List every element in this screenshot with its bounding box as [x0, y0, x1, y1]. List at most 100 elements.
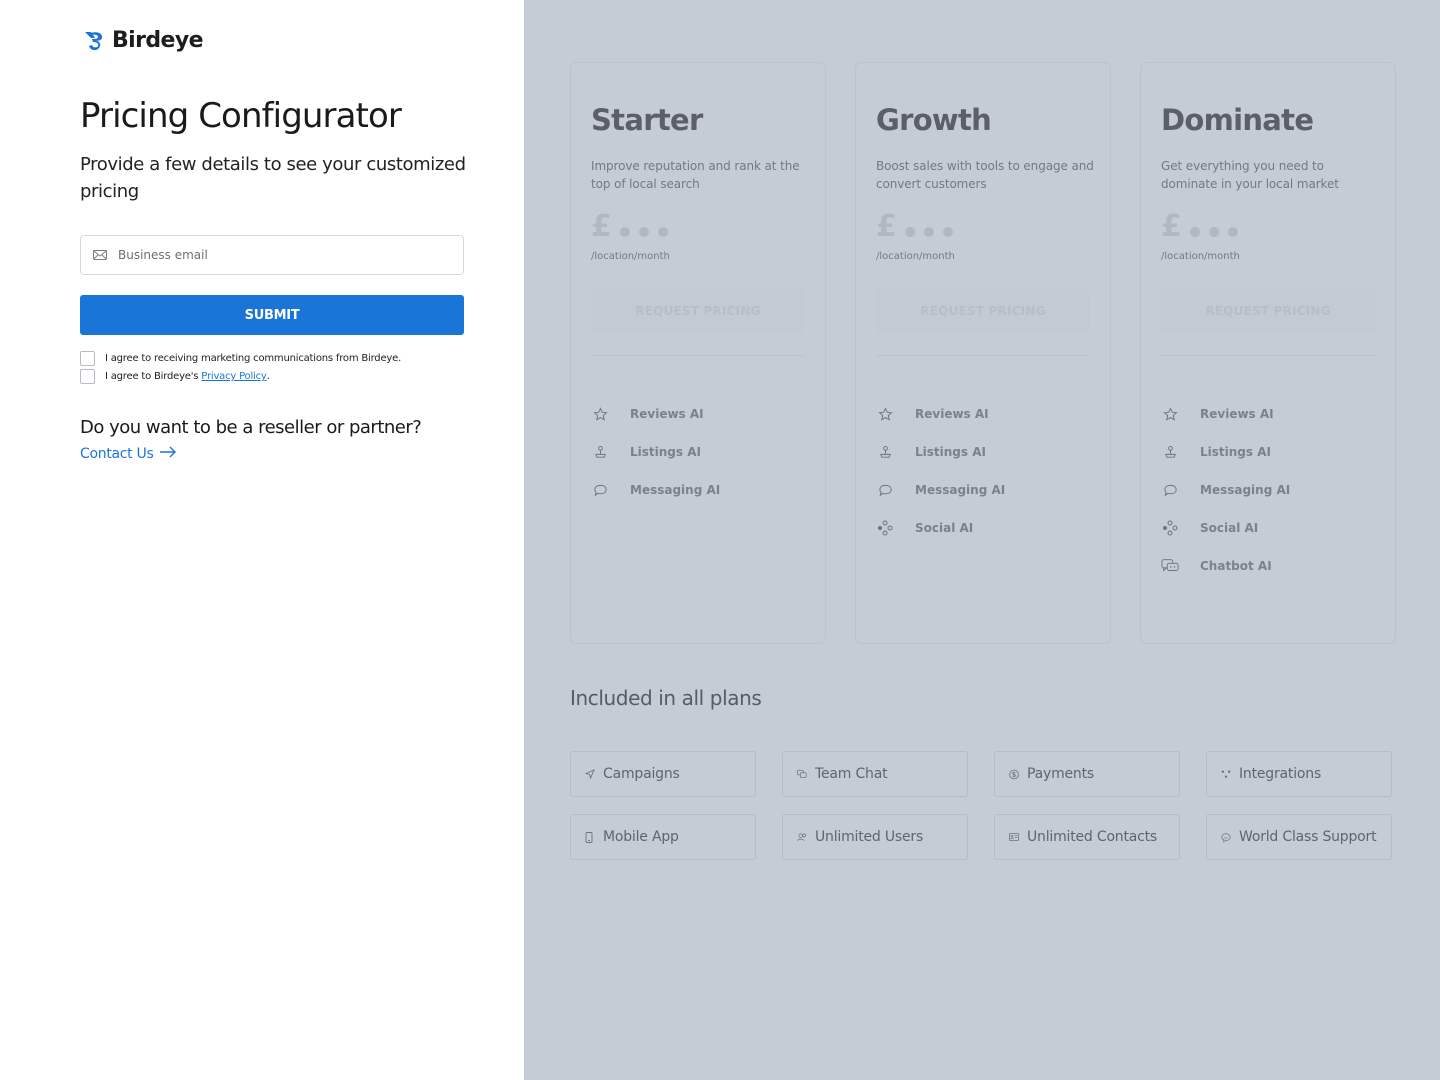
plan-features-list: Reviews AI Listings AI Messaging AI Social …	[876, 395, 1005, 547]
included-feature-label: Integrations	[1239, 766, 1322, 782]
plan-feature-label: Reviews AI	[630, 407, 704, 421]
contact-us-label: Contact Us	[80, 446, 154, 462]
plan-feature-label: Social AI	[915, 521, 974, 535]
privacy-consent-checkbox[interactable]	[80, 369, 95, 384]
chat-bubble-icon	[1161, 481, 1179, 499]
team-chat-icon	[797, 769, 807, 779]
plan-card-growth: Growth Boost sales with tools to engage a…	[855, 62, 1111, 644]
currency-symbol: £	[591, 209, 612, 244]
plan-description: Get everything you need to dominate in y…	[1161, 159, 1339, 191]
plan-card-starter: Starter Improve reputation and rank at th…	[570, 62, 826, 644]
included-feature-chip: World Class Support	[1206, 814, 1392, 860]
email-field-wrapper[interactable]	[80, 235, 464, 275]
included-feature-label: Mobile App	[603, 829, 679, 845]
included-feature-chip: Team Chat	[782, 751, 968, 797]
brand-logo[interactable]: Birdeye	[82, 28, 203, 53]
support-icon	[1221, 832, 1231, 843]
plan-feature-label: Messaging AI	[915, 483, 1006, 497]
privacy-policy-link[interactable]: Privacy Policy	[201, 371, 267, 382]
request-pricing-button[interactable]: REQUEST PRICING	[591, 289, 805, 333]
marketing-consent-label: I agree to receiving marketing communica…	[105, 353, 402, 364]
social-network-icon	[1161, 519, 1179, 537]
price-unit: /location/month	[876, 251, 955, 262]
integrations-icon	[1221, 769, 1231, 779]
pricing-preview-panel: Starter Improve reputation and rank at th…	[524, 0, 1440, 1080]
plan-divider	[591, 355, 805, 356]
price-loading-dots	[904, 226, 953, 237]
chat-bubble-icon	[591, 481, 609, 499]
chat-bubble-icon	[876, 481, 894, 499]
plan-name: Starter	[591, 103, 703, 137]
price-loading-dots	[619, 226, 668, 237]
plan-feature: Social AI	[1161, 509, 1290, 547]
business-email-input[interactable]	[116, 247, 450, 263]
plan-feature: Listings AI	[1161, 433, 1290, 471]
currency-symbol: £	[876, 209, 897, 244]
plan-price-placeholder: £	[1161, 209, 1238, 244]
included-feature-label: Campaigns	[603, 766, 680, 782]
included-feature-chip: Unlimited Contacts	[994, 814, 1180, 860]
submit-button[interactable]: SUBMIT	[80, 295, 464, 335]
plan-description: Improve reputation and rank at the top o…	[591, 159, 800, 191]
plan-feature: Messaging AI	[876, 471, 1005, 509]
plan-feature-label: Messaging AI	[1200, 483, 1291, 497]
marketing-consent-checkbox[interactable]	[80, 351, 95, 366]
map-pin-icon	[876, 443, 894, 461]
reseller-question: Do you want to be a reseller or partner?	[80, 417, 422, 438]
map-pin-icon	[591, 443, 609, 461]
chatbot-icon	[1161, 557, 1179, 575]
plan-feature: Social AI	[876, 509, 1005, 547]
included-feature-label: World Class Support	[1239, 829, 1377, 845]
plan-feature-label: Listings AI	[1200, 445, 1271, 459]
plan-feature-label: Listings AI	[915, 445, 986, 459]
plan-feature-label: Chatbot AI	[1200, 559, 1272, 573]
plan-feature: Reviews AI	[876, 395, 1005, 433]
plan-feature: Listings AI	[591, 433, 720, 471]
star-icon	[1161, 405, 1179, 423]
plan-features-list: Reviews AI Listings AI Messaging AI Social …	[1161, 395, 1290, 585]
plan-feature: Messaging AI	[1161, 471, 1290, 509]
included-feature-label: Payments	[1027, 766, 1094, 782]
plan-price-placeholder: £	[591, 209, 668, 244]
brand-name: Birdeye	[112, 28, 203, 53]
plan-feature-label: Messaging AI	[630, 483, 721, 497]
plan-card-dominate: Dominate Get everything you need to domin…	[1140, 62, 1396, 644]
arrow-right-icon	[159, 446, 177, 462]
plan-feature: Reviews AI	[1161, 395, 1290, 433]
included-feature-label: Team Chat	[815, 766, 888, 782]
request-pricing-button[interactable]: REQUEST PRICING	[876, 289, 1090, 333]
marketing-consent[interactable]: I agree to receiving marketing communica…	[80, 351, 401, 366]
plan-feature-label: Reviews AI	[915, 407, 989, 421]
plan-price-placeholder: £	[876, 209, 953, 244]
privacy-consent-prefix: I agree to Birdeye's	[105, 371, 199, 382]
send-icon	[585, 769, 595, 779]
included-feature-label: Unlimited Users	[815, 829, 924, 845]
included-feature-label: Unlimited Contacts	[1027, 829, 1158, 845]
page-subtitle: Provide a few details to see your custom…	[80, 154, 466, 202]
price-unit: /location/month	[591, 251, 670, 262]
plan-feature-label: Social AI	[1200, 521, 1259, 535]
included-feature-chip: Mobile App	[570, 814, 756, 860]
map-pin-icon	[1161, 443, 1179, 461]
currency-symbol: £	[1161, 209, 1182, 244]
plan-feature: Chatbot AI	[1161, 547, 1290, 585]
mobile-icon	[585, 832, 595, 843]
page-title: Pricing Configurator	[80, 96, 402, 136]
privacy-consent[interactable]: I agree to Birdeye's Privacy Policy.	[80, 369, 270, 384]
plan-divider	[1161, 355, 1375, 356]
users-icon	[797, 832, 807, 842]
contacts-icon	[1009, 832, 1019, 842]
included-feature-chip: Integrations	[1206, 751, 1392, 797]
star-icon	[876, 405, 894, 423]
privacy-consent-suffix: .	[266, 371, 270, 382]
included-feature-chip: Unlimited Users	[782, 814, 968, 860]
plan-feature: Listings AI	[876, 433, 1005, 471]
included-feature-chip: Payments	[994, 751, 1180, 797]
contact-us-link[interactable]: Contact Us	[80, 446, 177, 462]
plan-feature: Reviews AI	[591, 395, 720, 433]
price-loading-dots	[1189, 226, 1238, 237]
request-pricing-button[interactable]: REQUEST PRICING	[1161, 289, 1375, 333]
included-title: Included in all plans	[570, 686, 762, 710]
plan-name: Growth	[876, 103, 992, 137]
plan-features-list: Reviews AI Listings AI Messaging AI	[591, 395, 720, 509]
